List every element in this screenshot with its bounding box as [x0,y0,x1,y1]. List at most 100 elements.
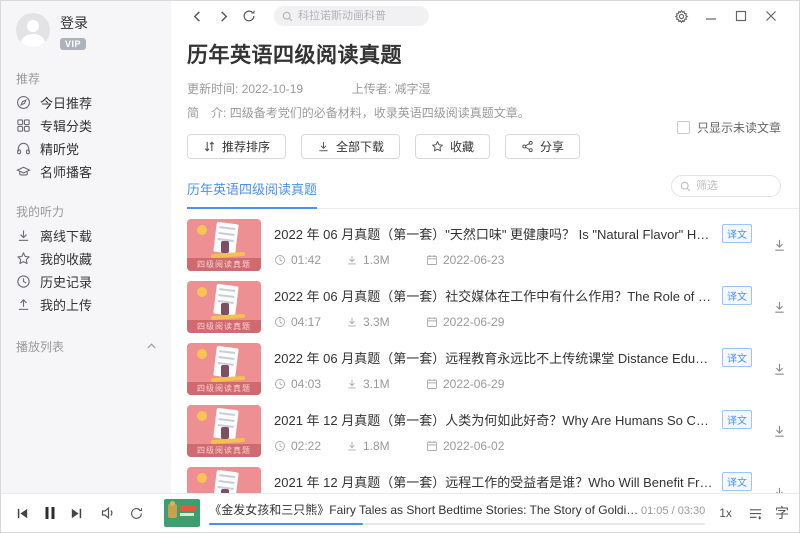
sidebar-item-today[interactable]: 今日推荐 [1,91,171,114]
translation-badge[interactable]: 译文 [722,410,752,429]
episode-list: 四级阅读真题 2022 年 06 月真题（第一套）"天然口味" 更健康吗？ Is… [187,209,799,493]
thumbnail-caption: 四级阅读真题 [187,382,261,395]
episode-row[interactable]: 四级阅读真题 2021 年 12 月真题（第一套）远程工作的受益者是谁？Who … [187,457,799,493]
search-input[interactable] [298,10,421,22]
episode-title[interactable]: 2022 年 06 月真题（第一套）远程教育永远比不上传统课堂 Distance… [274,348,714,367]
clock-icon [274,316,291,328]
tab-album[interactable]: 历年英语四级阅读真题 [187,179,317,209]
clock-icon [274,378,291,390]
sidebar-item-offline-download[interactable]: 离线下载 [1,224,171,247]
playback-speed-button[interactable]: 1x [719,506,732,520]
forward-button[interactable] [212,5,234,27]
settings-gear-button[interactable] [669,5,693,27]
now-playing-info: 《金发女孩和三只熊》Fairy Tales as Short Bedtime S… [209,501,705,525]
login-button[interactable]: 登录 [60,13,88,33]
window-controls [669,5,783,27]
episode-row[interactable]: 四级阅读真题 2021 年 12 月真题（第一套）人类为何如此好奇？Why Ar… [187,395,799,457]
uploader-label: 上传者: [352,82,391,96]
sidebar-section-my-listening: 我的听力 [1,203,171,220]
time-display: 01:05 / 03:30 [641,505,705,517]
search-box[interactable] [274,6,429,26]
calendar-icon [426,254,443,266]
clock-icon [274,254,291,266]
episode-title[interactable]: 2021 年 12 月真题（第一套）远程工作的受益者是谁？Who Will Be… [274,472,714,491]
repeat-button[interactable] [123,499,150,527]
sidebar-item-history[interactable]: 历史记录 [1,270,171,293]
translation-badge[interactable]: 译文 [722,348,752,367]
topbar [171,1,799,31]
episode-title[interactable]: 2022 年 06 月真题（第一套）社交媒体在工作中有什么作用？The Role… [274,286,714,305]
episode-row[interactable]: 四级阅读真题 2022 年 06 月真题（第一套）远程教育永远比不上传统课堂 D… [187,333,799,395]
close-button[interactable] [759,5,783,27]
unread-filter-label: 只显示未读文章 [697,119,781,136]
sidebar-item-favorites[interactable]: 我的收藏 [1,247,171,270]
episode-duration: 04:17 [291,315,321,329]
sidebar-item-teacher-podcast[interactable]: 名师播客 [1,160,171,183]
pause-button[interactable] [36,499,63,527]
intro-value: 四级备考党们的必备材料，收录英语四级阅读真题文章。 [230,106,530,120]
app-window: 登录 VIP 推荐 今日推荐 专辑分类 [0,0,800,533]
episode-duration: 04:03 [291,377,321,391]
previous-track-button[interactable] [9,499,36,527]
progress-bar[interactable] [209,523,705,525]
episode-thumbnail: 四级阅读真题 [187,281,261,333]
sidebar-section-recommend: 推荐 [1,70,171,87]
intro-label: 简 介: [187,106,226,120]
download-icon [346,378,363,390]
compass-icon [16,95,40,110]
episode-download-button[interactable] [759,300,799,315]
share-button[interactable]: 分享 [505,134,580,159]
episode-size: 3.3M [363,315,390,329]
translation-badge[interactable]: 译文 [722,224,752,243]
episode-meta: 04:03 3.1M 2022-06-29 [274,377,759,391]
next-track-button[interactable] [63,499,90,527]
uploader-value: 减字湿 [394,82,430,96]
episode-date: 2022-06-23 [443,253,504,267]
download-all-button[interactable]: 全部下载 [301,134,400,159]
filter-input[interactable] [696,180,772,192]
episode-thumbnail: 四级阅读真题 [187,405,261,457]
volume-button[interactable] [94,499,121,527]
sidebar-item-categories[interactable]: 专辑分类 [1,114,171,137]
sort-button[interactable]: 推荐排序 [187,134,286,159]
playlist-icon[interactable] [742,499,769,527]
translation-badge[interactable]: 译文 [722,286,752,305]
episode-thumbnail: 四级阅读真题 [187,219,261,271]
unread-checkbox[interactable] [677,121,690,134]
maximize-button[interactable] [729,5,753,27]
upload-icon [16,297,40,312]
episode-meta: 04:17 3.3M 2022-06-29 [274,315,759,329]
now-playing-thumbnail[interactable] [164,499,200,527]
episode-download-button[interactable] [759,486,799,494]
episode-size: 3.1M [363,377,390,391]
avatar[interactable] [16,13,50,47]
tab-bar: 历年英语四级阅读真题 [187,179,799,209]
playlist-toggle[interactable]: 播放列表 [1,338,171,355]
vip-badge[interactable]: VIP [60,38,86,50]
favorite-button[interactable]: 收藏 [415,134,490,159]
calendar-icon [426,378,443,390]
sidebar-item-my-uploads[interactable]: 我的上传 [1,293,171,316]
download-icon [346,316,363,328]
episode-row[interactable]: 四级阅读真题 2022 年 06 月真题（第一套）社交媒体在工作中有什么作用？T… [187,271,799,333]
episode-date: 2022-06-29 [443,377,504,391]
translation-badge[interactable]: 译文 [722,472,752,491]
episode-size: 1.8M [363,439,390,453]
star-icon [16,251,40,266]
subtitle-button[interactable]: 字 [775,503,789,523]
episode-title[interactable]: 2022 年 06 月真题（第一套）"天然口味" 更健康吗？ Is "Natur… [274,224,714,243]
back-button[interactable] [186,5,208,27]
episode-download-button[interactable] [759,238,799,253]
episode-title[interactable]: 2021 年 12 月真题（第一套）人类为何如此好奇？Why Are Human… [274,410,714,429]
now-playing-title[interactable]: 《金发女孩和三只熊》Fairy Tales as Short Bedtime S… [209,501,639,518]
minimize-button[interactable] [699,5,723,27]
episode-download-button[interactable] [759,362,799,377]
thumbnail-caption: 四级阅读真题 [187,320,261,333]
sidebar-item-intensive-listening[interactable]: 精听党 [1,137,171,160]
chevron-up-icon [146,341,157,352]
refresh-button[interactable] [238,5,260,27]
episode-download-button[interactable] [759,424,799,439]
filter-box[interactable] [671,175,781,197]
headphones-icon [16,141,40,156]
episode-row[interactable]: 四级阅读真题 2022 年 06 月真题（第一套）"天然口味" 更健康吗？ Is… [187,209,799,271]
